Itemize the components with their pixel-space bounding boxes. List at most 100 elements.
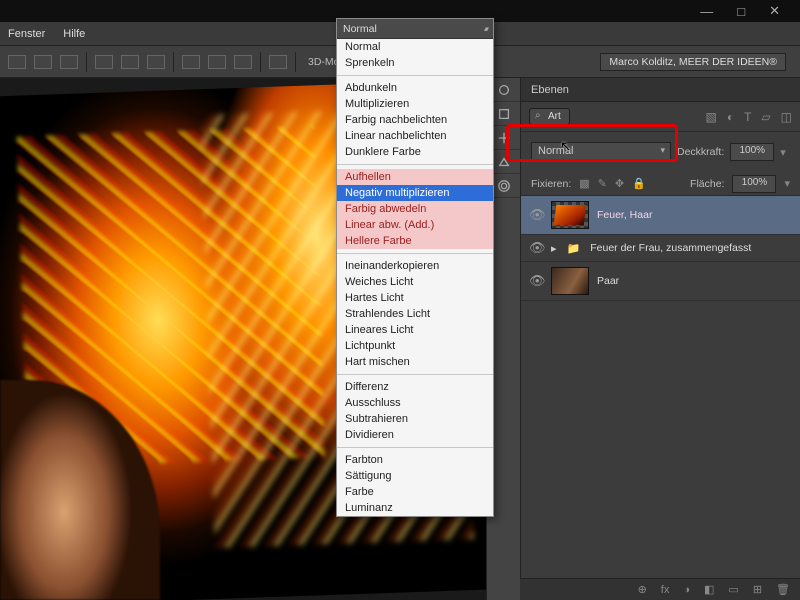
lock-move-icon[interactable]: ✥ xyxy=(615,177,624,190)
separator xyxy=(337,75,493,76)
layer-thumbnail[interactable] xyxy=(551,267,589,295)
blend-option[interactable]: Abdunkeln xyxy=(337,80,493,96)
chevron-right-icon[interactable]: ▸ xyxy=(551,242,557,255)
blend-option[interactable]: Ineinanderkopieren xyxy=(337,258,493,274)
separator xyxy=(173,52,174,72)
fill-value[interactable]: 100% xyxy=(732,175,776,193)
fill-label: Fläche: xyxy=(690,178,724,190)
blend-option[interactable]: Linear nachbelichten xyxy=(337,128,493,144)
panel-footer-icon[interactable]: ◑ xyxy=(683,584,690,596)
distribute-icon[interactable] xyxy=(269,55,287,69)
distribute-icon[interactable] xyxy=(147,55,165,69)
menu-hilfe[interactable]: Hilfe xyxy=(63,28,85,40)
separator xyxy=(295,52,296,72)
blend-option[interactable]: Dividieren xyxy=(337,427,493,443)
lock-row: Fixieren: ▩ ✎ ✥ 🔒 Fläche: 100% ▾ xyxy=(521,172,800,196)
blend-option[interactable]: Lichtpunkt xyxy=(337,338,493,354)
panel-footer-icon[interactable]: ⊕ xyxy=(638,583,647,596)
separator xyxy=(337,253,493,254)
opacity-label: Deckkraft: xyxy=(677,146,724,158)
author-badge: Marco Kolditz, MEER DER IDEEN® xyxy=(600,53,786,71)
align-icon[interactable] xyxy=(60,55,78,69)
chevron-down-icon[interactable]: ▾ xyxy=(780,146,786,159)
blend-option[interactable]: Normal xyxy=(337,39,493,55)
layer-thumbnail[interactable] xyxy=(551,201,589,229)
cursor-icon: ↖ xyxy=(560,138,572,155)
maximize-button[interactable]: □ xyxy=(737,4,745,19)
blend-option[interactable]: Lineares Licht xyxy=(337,322,493,338)
filter-pixel-icon[interactable]: ▧ xyxy=(705,110,716,124)
panel-footer-icon[interactable]: ⊞ xyxy=(753,583,762,596)
blend-mode-dropdown[interactable]: Normal NormalSprenkelnAbdunkelnMultipliz… xyxy=(336,18,494,517)
distribute-icon[interactable] xyxy=(95,55,113,69)
layer-row[interactable]: 👁 ▸ 📁 Feuer der Frau, zusammengefasst xyxy=(521,235,800,262)
layer-filter-row: Art ▧ ◐ T ▱ ◫ xyxy=(521,102,800,132)
blend-option[interactable]: Hartes Licht xyxy=(337,290,493,306)
layer-name[interactable]: Feuer der Frau, zusammengefasst xyxy=(590,242,751,254)
distribute-icon[interactable] xyxy=(182,55,200,69)
lock-paint-icon[interactable]: ✎ xyxy=(598,177,607,190)
layer-list: 👁 Feuer, Haar 👁 ▸ 📁 Feuer der Frau, zusammeng… xyxy=(521,196,800,301)
menu-fenster[interactable]: Fenster xyxy=(8,28,45,40)
folder-icon: 📁 xyxy=(567,242,581,255)
blend-option[interactable]: Aufhellen xyxy=(337,169,493,185)
align-icon[interactable] xyxy=(8,55,26,69)
blend-option[interactable]: Sprenkeln xyxy=(337,55,493,71)
layer-name[interactable]: Paar xyxy=(597,275,619,287)
distribute-icon[interactable] xyxy=(121,55,139,69)
blend-option[interactable]: Farbig abwedeln xyxy=(337,201,493,217)
close-button[interactable]: ✕ xyxy=(769,3,780,19)
panels-area: Ebenen Art ▧ ◐ T ▱ ◫ Normal Deckkraft: 1… xyxy=(520,78,800,600)
blend-option[interactable]: Subtrahieren xyxy=(337,411,493,427)
lock-transparent-icon[interactable]: ▩ xyxy=(579,177,589,190)
layer-row[interactable]: 👁 Feuer, Haar xyxy=(521,196,800,235)
blend-mode-select[interactable]: Normal xyxy=(531,142,671,162)
layers-panel-footer: ⊕ fx ◑ ◧ ▭ ⊞ 🗑 xyxy=(520,578,800,600)
visibility-eye-icon[interactable]: 👁 xyxy=(529,207,543,223)
lock-all-icon[interactable]: 🔒 xyxy=(632,177,646,190)
separator xyxy=(86,52,87,72)
blend-option[interactable]: Farbe xyxy=(337,484,493,500)
blend-option[interactable]: Luminanz xyxy=(337,500,493,516)
panel-title: Ebenen xyxy=(531,84,569,96)
filter-smart-icon[interactable]: ◫ xyxy=(781,110,792,124)
panel-footer-icon[interactable]: ▭ xyxy=(728,583,738,596)
separator xyxy=(337,447,493,448)
layer-name[interactable]: Feuer, Haar xyxy=(597,209,652,221)
visibility-eye-icon[interactable]: 👁 xyxy=(529,273,543,289)
panel-footer-icon[interactable]: ◧ xyxy=(704,583,714,596)
lock-label: Fixieren: xyxy=(531,178,571,190)
panel-footer-icon[interactable]: fx xyxy=(661,584,670,596)
blend-option[interactable]: Dunklere Farbe xyxy=(337,144,493,160)
blend-option[interactable]: Weiches Licht xyxy=(337,274,493,290)
distribute-icon[interactable] xyxy=(234,55,252,69)
filter-shape-icon[interactable]: ▱ xyxy=(761,110,770,124)
separator xyxy=(337,374,493,375)
separator xyxy=(260,52,261,72)
blend-option[interactable]: Farbig nachbelichten xyxy=(337,112,493,128)
separator xyxy=(337,164,493,165)
visibility-eye-icon[interactable]: 👁 xyxy=(529,240,543,256)
filter-type-icon[interactable]: T xyxy=(744,110,751,124)
blend-option[interactable]: Negativ multiplizieren xyxy=(337,185,493,201)
blend-option[interactable]: Hart mischen xyxy=(337,354,493,370)
blend-option[interactable]: Strahlendes Licht xyxy=(337,306,493,322)
layer-row[interactable]: 👁 Paar xyxy=(521,262,800,301)
opacity-value[interactable]: 100% xyxy=(730,143,774,161)
blend-option[interactable]: Ausschluss xyxy=(337,395,493,411)
blend-option[interactable]: Farbton xyxy=(337,452,493,468)
dropdown-current[interactable]: Normal xyxy=(337,19,493,39)
panel-header-ebenen[interactable]: Ebenen xyxy=(521,78,800,102)
align-icon[interactable] xyxy=(34,55,52,69)
minimize-button[interactable]: — xyxy=(700,4,713,19)
distribute-icon[interactable] xyxy=(208,55,226,69)
blend-option[interactable]: Differenz xyxy=(337,379,493,395)
panel-footer-icon[interactable]: 🗑 xyxy=(776,583,790,596)
filter-adjust-icon[interactable]: ◐ xyxy=(727,110,734,124)
blend-option[interactable]: Multiplizieren xyxy=(337,96,493,112)
blend-option[interactable]: Hellere Farbe xyxy=(337,233,493,249)
filter-kind-select[interactable]: Art xyxy=(529,108,570,125)
chevron-down-icon[interactable]: ▾ xyxy=(784,177,790,190)
blend-option[interactable]: Linear abw. (Add.) xyxy=(337,217,493,233)
blend-option[interactable]: Sättigung xyxy=(337,468,493,484)
